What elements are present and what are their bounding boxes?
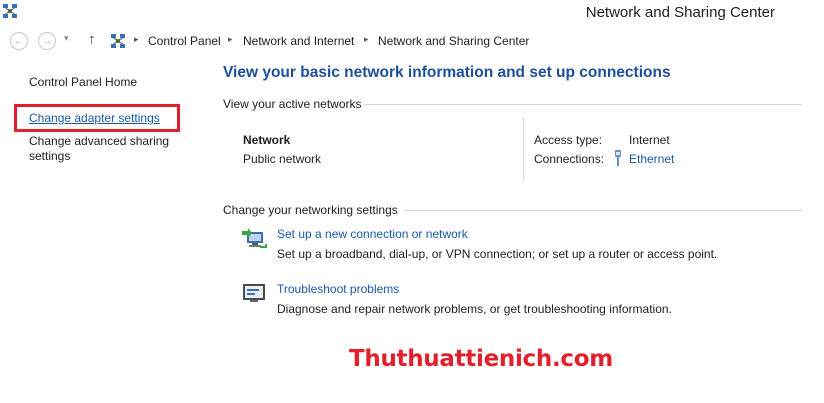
window-title: Network and Sharing Center	[585, 4, 775, 21]
back-arrow-icon[interactable]: ←	[10, 32, 28, 50]
title-bar: Network and Sharing Center	[0, 0, 824, 26]
address-bar: ← → ▾ ↑ ▸ Control Panel ▸ Network and In…	[0, 28, 824, 54]
breadcrumb-network-and-internet[interactable]: Network and Internet	[243, 34, 354, 48]
section-change-settings-label: Change your networking settings	[223, 203, 398, 217]
vertical-divider	[523, 117, 524, 181]
section-active-networks-label: View your active networks	[223, 97, 362, 111]
network-icon	[111, 34, 125, 48]
troubleshoot-description: Diagnose and repair network problems, or…	[277, 302, 672, 316]
forward-arrow-icon[interactable]: →	[38, 32, 56, 50]
ethernet-icon	[615, 150, 621, 166]
access-type-value: Internet	[629, 133, 670, 147]
breadcrumb-control-panel[interactable]: Control Panel	[148, 34, 221, 48]
network-icon	[3, 4, 17, 18]
breadcrumb-separator-icon[interactable]: ▸	[228, 34, 233, 45]
troubleshoot-icon	[243, 284, 265, 302]
setup-connection-icon	[242, 228, 267, 248]
watermark: Thuthuattienich.com	[349, 346, 613, 372]
page-title: View your basic network information and …	[223, 64, 671, 81]
access-type-label: Access type:	[534, 133, 603, 147]
setup-connection-description: Set up a broadband, dial-up, or VPN conn…	[277, 247, 718, 261]
up-arrow-icon[interactable]: ↑	[88, 31, 96, 48]
breadcrumb-separator-icon[interactable]: ▸	[364, 34, 369, 45]
sidebar-item-change-advanced-sharing-settings[interactable]: Change advanced sharing settings	[29, 134, 189, 164]
ethernet-link[interactable]: Ethernet	[629, 152, 674, 166]
section-divider	[364, 104, 802, 105]
breadcrumb-network-and-sharing-center[interactable]: Network and Sharing Center	[378, 34, 529, 48]
section-divider	[404, 210, 802, 211]
sidebar-item-change-adapter-settings[interactable]: Change adapter settings	[29, 111, 160, 125]
setup-connection-link[interactable]: Set up a new connection or network	[277, 227, 468, 241]
breadcrumb-separator-icon[interactable]: ▸	[134, 34, 139, 45]
troubleshoot-link[interactable]: Troubleshoot problems	[277, 282, 399, 296]
sidebar-item-control-panel-home[interactable]: Control Panel Home	[29, 75, 137, 89]
connections-label: Connections:	[534, 152, 605, 166]
network-type: Public network	[243, 152, 322, 166]
chevron-down-icon[interactable]: ▾	[64, 33, 69, 44]
network-name: Network	[243, 133, 291, 147]
